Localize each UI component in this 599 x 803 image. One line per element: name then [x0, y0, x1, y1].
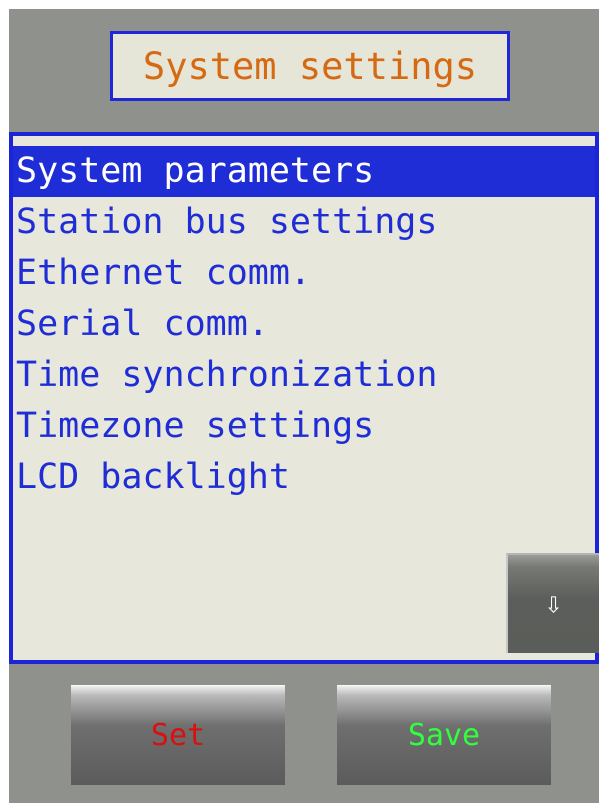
save-button[interactable]: Save	[337, 685, 551, 785]
title-box: System settings	[110, 31, 510, 101]
menu-item-lcd-backlight[interactable]: LCD backlight	[13, 452, 595, 503]
menu-item-station-bus-settings[interactable]: Station bus settings	[13, 197, 595, 248]
scroll-down-button[interactable]: ⇩	[506, 553, 599, 653]
down-arrow-icon: ⇩	[544, 586, 563, 621]
set-button[interactable]: Set	[71, 685, 285, 785]
menu-item-ethernet-comm[interactable]: Ethernet comm.	[13, 248, 595, 299]
menu-item-timezone-settings[interactable]: Timezone settings	[13, 401, 595, 452]
page-title: System settings	[142, 44, 478, 88]
set-button-label: Set	[150, 717, 206, 753]
menu-item-time-synchronization[interactable]: Time synchronization	[13, 350, 595, 401]
settings-menu-list: System parameters Station bus settings E…	[13, 146, 595, 503]
menu-item-system-parameters[interactable]: System parameters	[13, 146, 595, 197]
menu-item-serial-comm[interactable]: Serial comm.	[13, 299, 595, 350]
save-button-label: Save	[407, 717, 481, 753]
system-settings-screen: System settings System parameters Statio…	[9, 9, 599, 803]
